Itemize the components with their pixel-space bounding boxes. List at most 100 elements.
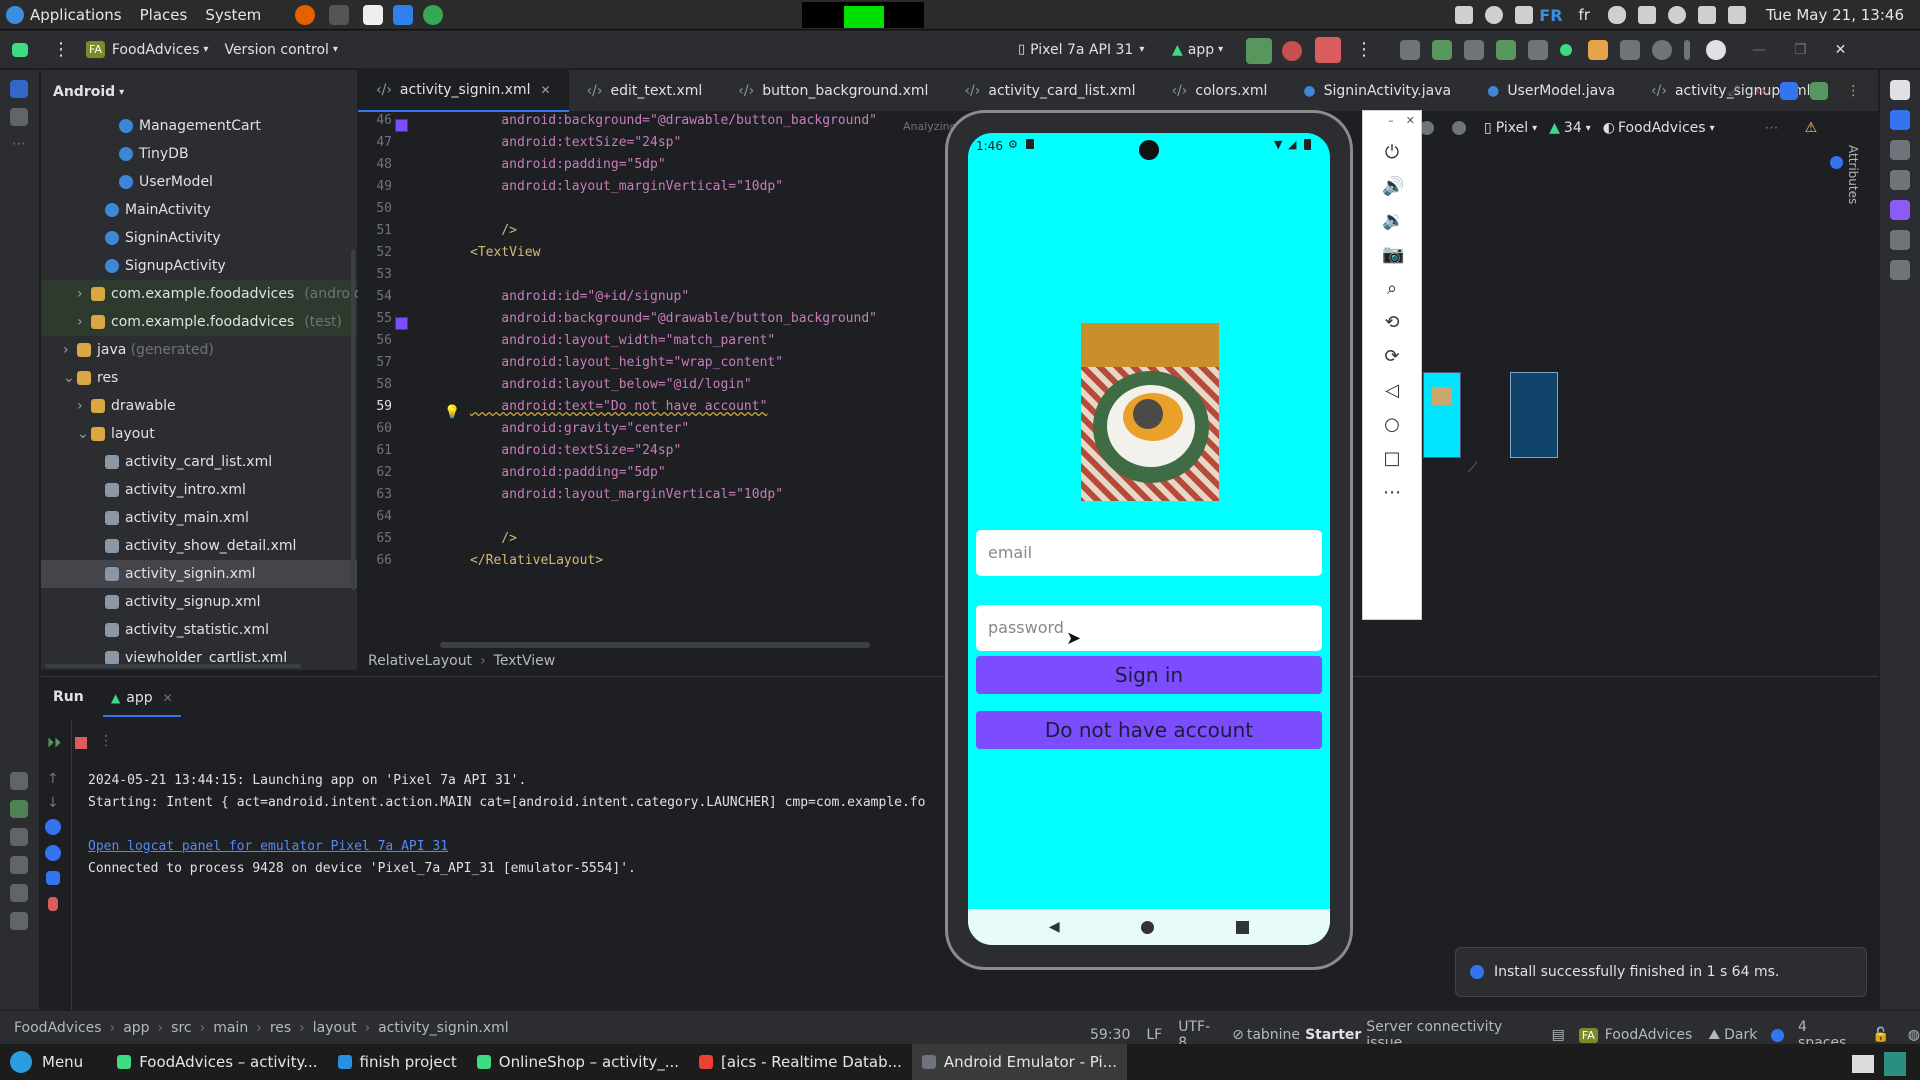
code-editor[interactable]: 46 47 48 49 50 51 52 53 54 55 56 57 58 59 60 61 62 63 64 65… [358, 112, 960, 650]
power-icon[interactable]: ⏻ [1382, 143, 1402, 163]
path-breadcrumb-item[interactable]: res [270, 1020, 291, 1036]
notifications-icon[interactable] [1890, 80, 1910, 100]
chevron-down-icon[interactable]: ⌄ [63, 370, 75, 386]
chrome-launcher-icon[interactable] [423, 4, 444, 25]
chevron-right-icon[interactable]: › [77, 398, 83, 414]
resize-handle-icon[interactable]: ⟋ [1468, 460, 1478, 476]
build-tool-icon[interactable] [10, 828, 28, 846]
nav-home-icon[interactable] [1141, 920, 1155, 934]
chevron-down-icon[interactable]: ⌄ [77, 426, 89, 442]
close-tab-icon[interactable]: ✕ [163, 691, 173, 705]
print-icon[interactable] [46, 871, 60, 885]
extended-controls-icon[interactable]: ⋯ [1382, 483, 1402, 503]
editor-tab[interactable]: ‹/› colors.xml [1153, 70, 1285, 112]
bug-icon[interactable] [1496, 40, 1516, 60]
caret-position[interactable]: 59:30 [1090, 1027, 1130, 1043]
volume-icon[interactable] [1637, 6, 1656, 24]
path-breadcrumb-item[interactable]: activity_signin.xml [378, 1020, 509, 1036]
chevron-right-icon[interactable]: › [63, 342, 69, 358]
search-icon[interactable] [1652, 40, 1672, 60]
theme-name[interactable]: Dark [1724, 1027, 1757, 1043]
color-swatch[interactable] [395, 119, 408, 132]
status-project-name[interactable]: FoodAdvices [1605, 1027, 1693, 1043]
editor-tab[interactable]: ‹/› activity_card_list.xml [946, 70, 1153, 112]
start-menu-button[interactable]: Menu [0, 1044, 93, 1080]
line-separator[interactable]: LF [1146, 1027, 1162, 1043]
scroll-end-icon[interactable] [45, 845, 61, 861]
logcat-icon[interactable] [10, 856, 28, 874]
api-selector[interactable]: ▲ 34 ▾ [1549, 120, 1591, 136]
sign-up-button[interactable]: Do not have account [976, 711, 1322, 749]
path-breadcrumb-item[interactable]: app [123, 1020, 149, 1036]
debug-icon[interactable] [1282, 41, 1302, 61]
sdk-manager-icon[interactable] [1528, 40, 1548, 60]
readonly-icon[interactable]: ▤ [1552, 1027, 1565, 1043]
hammer-icon[interactable] [1400, 40, 1420, 60]
tree-item[interactable]: MainActivity [41, 196, 357, 224]
password-field[interactable]: password [976, 605, 1322, 651]
path-breadcrumb-item[interactable]: layout [313, 1020, 357, 1036]
run-tab-label[interactable]: Run [53, 689, 84, 705]
rotate-right-icon[interactable]: ⟳ [1382, 347, 1402, 367]
tree-item[interactable]: SignupActivity [41, 252, 357, 280]
keyboard-layout-lower[interactable]: fr [1579, 6, 1590, 24]
project-tool-icon[interactable] [10, 80, 28, 98]
help-icon[interactable] [1830, 156, 1843, 169]
rerun-icon[interactable]: ⏵⏵ [47, 735, 61, 751]
home-icon[interactable]: ○ [1382, 415, 1402, 435]
editor-hscrollbar[interactable] [440, 642, 870, 648]
sign-in-button[interactable]: Sign in [976, 656, 1322, 694]
terminal-launcher-icon[interactable] [329, 4, 350, 25]
places-menu[interactable]: Places [140, 6, 188, 24]
tree-item[interactable]: activity_statistic.xml [41, 616, 357, 644]
editor-tab[interactable]: ● SigninActivity.java [1285, 70, 1469, 112]
device-selector[interactable]: ▯ Pixel 7a API 31 ▾ [1010, 37, 1152, 63]
main-menu-icon[interactable]: ⋮ [52, 39, 70, 60]
device-explorer-icon[interactable] [1890, 170, 1910, 190]
app-run-tab[interactable]: ▲ app ✕ [103, 681, 181, 717]
project-selector[interactable]: FA FoodAdvices ▾ [78, 37, 216, 63]
bluetooth-icon[interactable] [1485, 6, 1504, 24]
nav-recents-icon[interactable] [1236, 920, 1250, 934]
editor-tab[interactable]: ‹/› button_background.xml [720, 70, 946, 112]
tree-item[interactable]: ⌄ res [41, 364, 357, 392]
system-menu[interactable]: System [205, 6, 261, 24]
lock-icon[interactable]: 🔓 [1872, 1027, 1889, 1043]
taskbar-window[interactable]: FoodAdvices – activity... [107, 1044, 327, 1080]
record-icon[interactable] [1560, 44, 1572, 56]
version-control-menu[interactable]: Version control ▾ [216, 37, 346, 63]
apply-changes-icon[interactable] [1246, 38, 1272, 64]
datetime[interactable]: Tue May 21, 13:46 [1766, 6, 1904, 24]
expand-icon[interactable]: ⤢ [1728, 83, 1739, 99]
attributes-tool-label[interactable]: Attributes [1846, 145, 1860, 204]
design-device-selector[interactable]: ▯ Pixel ▾ [1484, 120, 1537, 136]
gemini-icon[interactable] [1620, 40, 1640, 60]
chevron-right-icon[interactable]: › [77, 314, 83, 330]
tree-item[interactable]: ManagementCart [41, 112, 357, 140]
taskbar-window[interactable]: Android Emulator - Pi... [911, 1044, 1127, 1080]
rotate-left-icon[interactable]: ⟲ [1382, 313, 1402, 333]
account-icon[interactable] [1706, 40, 1726, 60]
warning-icon[interactable]: ⚠ [1805, 120, 1818, 136]
editor-tab[interactable]: ‹/› activity_signin.xml ✕ [358, 69, 569, 112]
tree-item[interactable]: activity_signup.xml [41, 588, 357, 616]
night-mode-icon[interactable] [1452, 121, 1466, 135]
profiler-icon[interactable] [1464, 40, 1484, 60]
design-more-icon[interactable]: ⋯ [1765, 120, 1779, 136]
orientation-icon[interactable] [1420, 121, 1434, 135]
nav-back-icon[interactable]: ◀ [1049, 919, 1060, 935]
taskbar-window[interactable]: [aics - Realtime Datab... [689, 1044, 912, 1080]
sync-icon[interactable] [1432, 40, 1452, 60]
distro-logo-icon[interactable] [6, 5, 24, 24]
code-view-icon[interactable]: ‹› [1755, 83, 1766, 99]
scroll-down-icon[interactable]: ↓ [47, 795, 61, 811]
emulator-icon[interactable] [1890, 260, 1910, 280]
emulator-close-icon[interactable]: ✕ [1406, 114, 1415, 127]
blueprint-preview-thumbnail[interactable] [1510, 372, 1558, 458]
minimize-window-icon[interactable]: — [1752, 42, 1766, 58]
cloud-icon[interactable] [1667, 6, 1686, 24]
zoom-icon[interactable]: ⌕ [1382, 279, 1402, 299]
applications-menu[interactable]: Applications [30, 6, 122, 24]
layout-inspector-icon[interactable] [1890, 230, 1910, 250]
keyboard-indicator-icon[interactable] [1515, 6, 1534, 24]
